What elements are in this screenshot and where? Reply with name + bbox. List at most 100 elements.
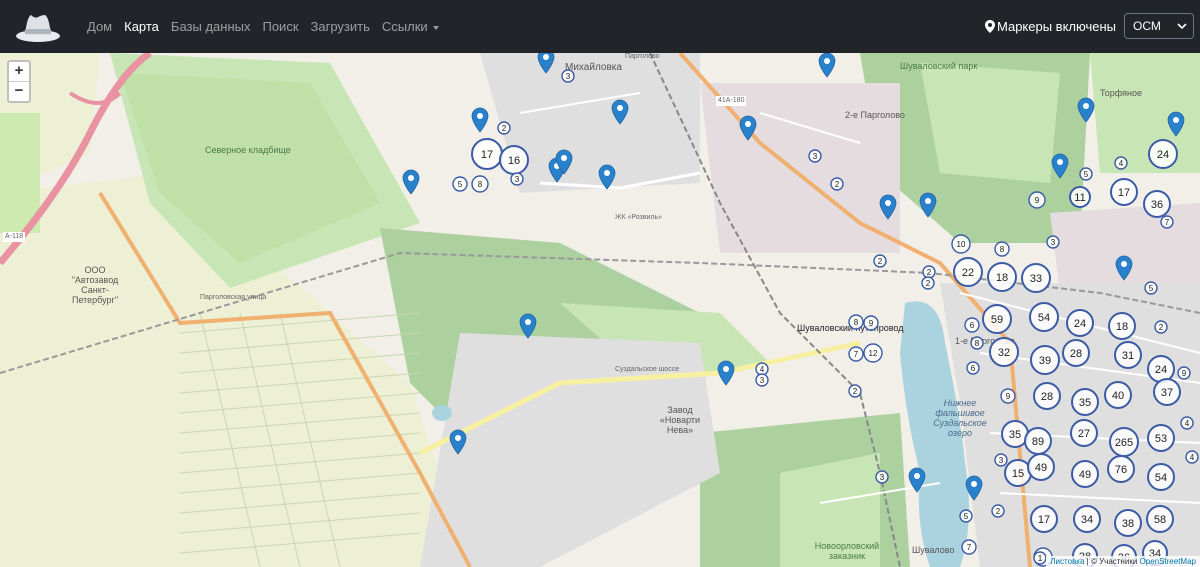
map-marker-cluster[interactable]: 16	[499, 145, 529, 175]
map-marker-cluster[interactable]: 49	[1027, 453, 1055, 481]
map-marker-pin[interactable]	[717, 360, 735, 386]
map-marker-pin[interactable]	[1167, 111, 1185, 137]
map-marker-cluster[interactable]: 28	[1033, 382, 1061, 410]
map-marker-pin[interactable]	[598, 164, 616, 190]
map-marker-pin[interactable]	[449, 429, 467, 455]
map-marker-cluster[interactable]: 6	[964, 317, 980, 333]
map-marker-cluster[interactable]: 58	[1146, 505, 1174, 533]
map-marker-cluster[interactable]: 40	[1104, 381, 1132, 409]
map-marker-cluster[interactable]: 34	[1073, 505, 1101, 533]
nav-home[interactable]: Дом	[81, 19, 118, 34]
map-marker-cluster[interactable]: 35	[1001, 420, 1029, 448]
map-marker-cluster[interactable]: 9	[863, 315, 879, 331]
map-marker-cluster[interactable]: 8	[848, 314, 864, 330]
map-marker-cluster[interactable]: 17	[1030, 505, 1058, 533]
map-marker-cluster[interactable]: 15	[1004, 459, 1032, 487]
map-marker-cluster[interactable]: 33	[1021, 263, 1051, 293]
map-marker-cluster[interactable]: 5	[959, 509, 973, 523]
map-marker-cluster[interactable]: 4	[1185, 450, 1199, 464]
map-marker-cluster[interactable]: 18	[987, 262, 1017, 292]
map-marker-cluster[interactable]: 3	[561, 69, 575, 83]
map-marker-pin[interactable]	[739, 115, 757, 141]
map-marker-cluster[interactable]: 2	[921, 276, 935, 290]
map-marker-pin[interactable]	[1051, 153, 1069, 179]
map-marker-cluster[interactable]: 76	[1107, 455, 1135, 483]
map-marker-pin[interactable]	[908, 467, 926, 493]
map-marker-cluster[interactable]: 2	[830, 177, 844, 191]
map-marker-cluster[interactable]: 3	[808, 149, 822, 163]
map-marker-pin[interactable]	[611, 99, 629, 125]
map-marker-cluster[interactable]: 27	[1070, 419, 1098, 447]
map-marker-cluster[interactable]: 24	[1147, 355, 1175, 383]
map-marker-cluster[interactable]: 3	[755, 373, 769, 387]
map-marker-cluster[interactable]: 9	[1000, 388, 1016, 404]
map-marker-pin[interactable]	[519, 313, 537, 339]
map-marker-cluster[interactable]: 9	[1177, 366, 1191, 380]
map-marker-cluster[interactable]: 12	[863, 343, 883, 363]
osm-link[interactable]: OpenStreetMap	[1140, 557, 1196, 566]
map-marker-cluster[interactable]: 8	[471, 175, 489, 193]
map-marker-pin[interactable]	[1115, 255, 1133, 281]
map-marker-pin[interactable]	[537, 53, 555, 74]
map-marker-pin[interactable]	[879, 194, 897, 220]
map-marker-cluster[interactable]: 37	[1153, 378, 1181, 406]
map-marker-pin[interactable]	[1077, 97, 1095, 123]
map-marker-cluster[interactable]: 18	[1108, 312, 1136, 340]
map-marker-cluster[interactable]: 35	[1071, 388, 1099, 416]
map-marker-cluster[interactable]: 4	[755, 362, 769, 376]
nav-links-dropdown[interactable]: Ссылки	[376, 19, 445, 34]
markers-toggle[interactable]: Маркеры включены	[985, 19, 1116, 34]
map-marker-cluster[interactable]: 3	[510, 172, 524, 186]
map-marker-cluster[interactable]: 36	[1143, 190, 1171, 218]
map-marker-cluster[interactable]: 54	[1029, 302, 1059, 332]
map-marker-cluster[interactable]: 7	[848, 346, 864, 362]
map-marker-cluster[interactable]: 8	[970, 336, 984, 350]
spy-hat-icon[interactable]	[15, 9, 61, 45]
leaflet-link[interactable]: Листовка	[1050, 557, 1084, 566]
map-marker-cluster[interactable]: 38	[1114, 509, 1142, 537]
map-marker-cluster[interactable]: 8	[994, 241, 1010, 257]
map-marker-cluster[interactable]: 24	[1148, 139, 1178, 169]
map-marker-cluster[interactable]: 3	[994, 453, 1008, 467]
map-marker-cluster[interactable]: 89	[1024, 427, 1052, 455]
map-marker-cluster[interactable]: 2	[1154, 320, 1168, 334]
nav-search[interactable]: Поиск	[256, 19, 304, 34]
map-marker-cluster[interactable]: 2	[848, 384, 862, 398]
map-marker-cluster[interactable]: 11	[1069, 186, 1091, 208]
map-marker-cluster[interactable]: 265	[1109, 427, 1139, 457]
map-marker-cluster[interactable]: 7	[961, 539, 977, 555]
map-marker-cluster[interactable]: 7	[1160, 215, 1174, 229]
map-marker-cluster[interactable]: 39	[1030, 345, 1060, 375]
map-marker-cluster[interactable]: 53	[1147, 424, 1175, 452]
layer-select[interactable]: ОСМ	[1124, 13, 1194, 39]
map-marker-cluster[interactable]: 5	[1144, 281, 1158, 295]
map-marker-cluster[interactable]: 22	[953, 257, 983, 287]
map-marker-cluster[interactable]: 6	[966, 361, 980, 375]
map-marker-cluster[interactable]: 59	[982, 304, 1012, 334]
map-marker-cluster[interactable]: 54	[1147, 463, 1175, 491]
map-marker-cluster[interactable]: 2	[991, 504, 1005, 518]
map-marker-cluster[interactable]: 17	[471, 138, 503, 170]
map-marker-cluster[interactable]: 32	[989, 337, 1019, 367]
map-view[interactable]: Северное кладбище Михайловка Парголово Ш…	[0, 53, 1200, 567]
nav-databases[interactable]: Базы данных	[165, 19, 257, 34]
map-marker-pin[interactable]	[818, 53, 836, 78]
map-marker-pin[interactable]	[471, 107, 489, 133]
map-marker-cluster[interactable]: 4	[1180, 416, 1194, 430]
map-marker-cluster[interactable]: 2	[922, 265, 936, 279]
zoom-out-button[interactable]: −	[9, 81, 29, 101]
nav-map[interactable]: Карта	[118, 19, 165, 34]
map-marker-cluster[interactable]: 1	[1033, 551, 1047, 565]
map-marker-pin[interactable]	[965, 475, 983, 501]
map-marker-pin[interactable]	[919, 192, 937, 218]
map-marker-cluster[interactable]: 2	[497, 121, 511, 135]
map-marker-cluster[interactable]: 49	[1071, 460, 1099, 488]
map-marker-cluster[interactable]: 3	[875, 470, 889, 484]
nav-upload[interactable]: Загрузить	[305, 19, 376, 34]
map-marker-cluster[interactable]: 10	[951, 234, 971, 254]
map-marker-cluster[interactable]: 9	[1028, 191, 1046, 209]
map-marker-cluster[interactable]: 5	[1079, 167, 1093, 181]
map-marker-cluster[interactable]: 5	[452, 176, 468, 192]
map-marker-cluster[interactable]: 24	[1066, 309, 1094, 337]
map-marker-cluster[interactable]: 4	[1114, 156, 1128, 170]
